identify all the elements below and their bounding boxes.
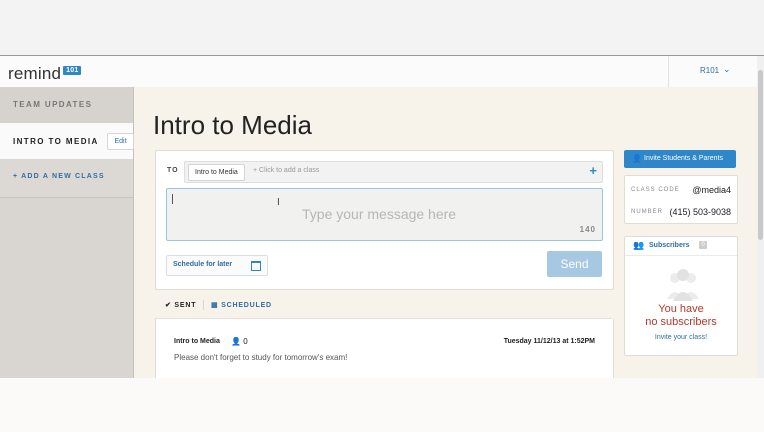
list-item[interactable]: Intro to Media 👤 0 Tuesday 11/12/13 at 1… [155,319,614,378]
app-header: remind 101 R101 ⌄ [0,56,764,88]
remind101-logo[interactable]: remind 101 [8,64,82,84]
subscribers-header[interactable]: 👥 Subscribers 0 [625,237,737,256]
recipient-count-value: 0 [243,337,248,346]
page-title: Intro to Media [153,110,312,140]
invite-students-button[interactable]: 👤 Invite Students & Parents [624,150,736,168]
send-button[interactable]: Send [547,251,602,277]
logo-badge: 101 [63,66,82,75]
subscribers-card: 👥 Subscribers 0 You have no subscribers … [624,236,738,356]
message-class-name: Intro to Media [174,338,220,345]
group-icon: 👥 [633,240,645,250]
message-tabs: ✔ SENT ▦ SCHEDULED [155,292,612,319]
class-code-label: CLASS CODE [631,187,680,193]
empty-people-icon [667,269,699,301]
class-info-card: CLASS CODE @media4 NUMBER (415) 503-9038 [624,175,738,224]
message-body: Please don't forget to study for tomorro… [174,353,348,362]
browser-top-area [0,0,764,56]
tab-divider [203,300,204,310]
sidebar-item-team-updates[interactable]: TEAM UPDATES [0,87,133,124]
empty-state-message: You have no subscribers [625,303,737,329]
add-recipient-icon[interactable]: + [589,163,597,178]
sidebar-item-label: TEAM UPDATES [13,100,93,109]
sidebar: TEAM UPDATES INTRO TO MEDIA Edit + ADD A… [0,87,134,378]
class-code-value: @media4 [692,185,731,195]
schedule-later-button[interactable]: Schedule for later [166,255,268,276]
to-label: TO [167,167,179,174]
ibeam-cursor-icon: I [277,197,280,208]
message-composer: TO Intro to Media + Click to add a class… [155,150,614,290]
scrollbar-thumb[interactable] [758,70,763,240]
empty-state-line-1: You have [658,303,704,315]
message-placeholder: Type your message here [302,206,457,222]
message-input[interactable]: I Type your message here 140 [166,188,603,241]
recipient-field[interactable]: Intro to Media + Click to add a class + [184,161,603,183]
character-count: 140 [579,225,596,234]
message-timestamp: Tuesday 11/12/13 at 1:52PM [503,338,595,345]
account-menu[interactable]: R101 ⌄ [668,56,764,87]
number-label: NUMBER [631,209,664,215]
chevron-down-icon: ⌄ [723,64,731,74]
logo-text: remind [8,64,62,83]
tab-scheduled[interactable]: ▦ SCHEDULED [211,301,272,309]
account-name: R101 [700,66,720,75]
invite-class-link[interactable]: Invite your class! [625,334,737,341]
subscribers-count-badge: 0 [699,241,707,249]
user-icon: 👤 [632,154,642,163]
recipient-hint: + Click to add a class [253,167,320,174]
invite-button-label: Invite Students & Parents [644,155,723,162]
schedule-label: Schedule for later [173,261,233,268]
sidebar-item-intro-to-media[interactable]: INTRO TO MEDIA Edit [0,123,134,160]
text-cursor [172,194,173,204]
tab-sent[interactable]: ✔ SENT [165,301,196,309]
sidebar-item-label: INTRO TO MEDIA [13,137,99,146]
bottom-area [0,378,764,432]
subscribers-title: Subscribers [649,242,690,249]
recipient-count: 👤 0 [231,337,248,346]
calendar-icon [251,261,261,271]
edit-class-button[interactable]: Edit [107,133,134,150]
add-class-button[interactable]: + ADD A NEW CLASS [0,159,133,198]
recipient-chip[interactable]: Intro to Media [188,164,245,181]
empty-state-line-2: no subscribers [645,316,717,328]
add-class-label: + ADD A NEW CLASS [13,173,105,180]
phone-number-value: (415) 503-9038 [669,207,731,217]
user-icon: 👤 [231,337,241,346]
